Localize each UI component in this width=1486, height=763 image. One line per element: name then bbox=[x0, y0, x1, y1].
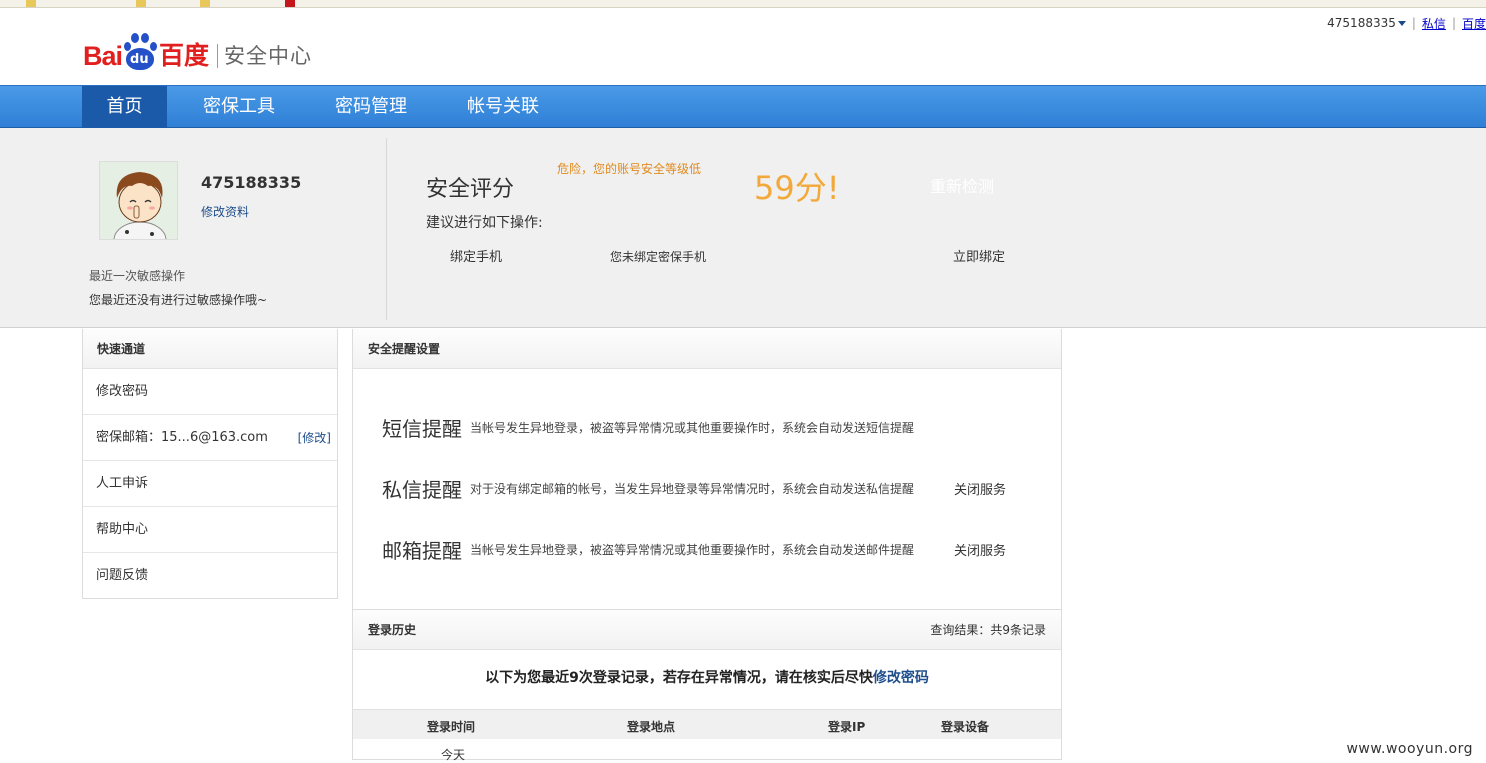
sidebar-item-label: 修改密码 bbox=[96, 384, 149, 399]
column-login-location: 登录地点 bbox=[627, 720, 676, 734]
bind-now-button[interactable]: 立即绑定 bbox=[953, 246, 1005, 265]
avatar-image bbox=[100, 162, 177, 239]
reminder-desc: 当帐号发生异地登录，被盗等异常情况或其他重要操作时，系统会自动发送邮件提醒 bbox=[470, 542, 915, 557]
sidebar-item-label: 问题反馈 bbox=[96, 568, 149, 583]
reminder-sms-row: 短信提醒 当帐号发生异地登录，被盗等异常情况或其他重要操作时，系统会自动发送短信… bbox=[382, 412, 914, 442]
reminder-desc: 当帐号发生异地登录，被盗等异常情况或其他重要操作时，系统会自动发送短信提醒 bbox=[470, 420, 915, 435]
edit-profile-link[interactable]: 修改资料 bbox=[201, 203, 249, 220]
security-score: 59分! bbox=[754, 169, 840, 207]
column-login-time: 登录时间 bbox=[427, 720, 476, 734]
sidebar-item-label: 人工申诉 bbox=[96, 476, 149, 491]
logo-du: du bbox=[130, 52, 149, 67]
reminder-title: 邮箱提醒 bbox=[382, 538, 462, 563]
account-summary-band: 475188335 修改资料 最近一次敏感操作 您最近还没有进行过敏感操作哦~ … bbox=[0, 128, 1486, 328]
login-history-message: 以下为您最近9次登录记录，若存在异常情况，请在核实后尽快修改密码 bbox=[353, 667, 1061, 687]
main-panel: 安全提醒设置 短信提醒 当帐号发生异地登录，被盗等异常情况或其他重要操作时，系统… bbox=[352, 329, 1062, 762]
divider: | bbox=[1451, 16, 1456, 30]
folder-icon bbox=[136, 0, 146, 7]
column-login-device: 登录设备 bbox=[941, 720, 990, 734]
quick-links-title: 快速通道 bbox=[83, 329, 337, 369]
logo-baidu-cn: 百度 bbox=[159, 41, 210, 70]
logo-security-center: 安全中心 bbox=[224, 44, 313, 68]
folder-icon bbox=[200, 0, 210, 7]
sidebar-item-change-password[interactable]: 修改密码 bbox=[83, 369, 337, 415]
suggestion-title: 建议进行如下操作: bbox=[426, 215, 543, 231]
close-service-button[interactable]: 关闭服务 bbox=[954, 540, 1006, 559]
nav-password-management[interactable]: 密码管理 bbox=[320, 86, 422, 128]
sidebar-item-label: 密保邮箱：15...6@163.com bbox=[96, 430, 268, 445]
reminder-title: 私信提醒 bbox=[382, 477, 462, 502]
reminder-message-row: 私信提醒 对于没有绑定邮箱的帐号，当发生异地登录等异常情况时，系统会自动发送私信… bbox=[382, 473, 914, 503]
sidebar-item-manual-appeal[interactable]: 人工申诉 bbox=[83, 461, 337, 507]
baidu-security-logo[interactable]: Bai du 百度 安全中心 bbox=[83, 26, 312, 72]
watermark: www.wooyun.org bbox=[1346, 741, 1473, 757]
bind-phone-status: 您未绑定密保手机 bbox=[610, 250, 707, 264]
caret-down-icon bbox=[1397, 21, 1406, 26]
reminder-title: 短信提醒 bbox=[382, 416, 462, 441]
recent-operation-title: 最近一次敏感操作 bbox=[89, 269, 186, 283]
login-history-label: 登录历史 bbox=[368, 623, 417, 637]
user-toolbar: 475188335 | 私信 | 百度 bbox=[1327, 14, 1486, 32]
login-history-header: 登录历史 查询结果：共9条记录 bbox=[353, 609, 1061, 650]
sidebar-item-feedback[interactable]: 问题反馈 bbox=[83, 553, 337, 599]
avatar[interactable] bbox=[99, 161, 178, 240]
nav-security-tools[interactable]: 密保工具 bbox=[188, 86, 290, 128]
nav-home[interactable]: 首页 bbox=[82, 86, 167, 128]
security-score-label: 安全评分 bbox=[426, 177, 515, 202]
username-menu[interactable]: 475188335 bbox=[1327, 16, 1406, 30]
history-message-text: 以下为您最近9次登录记录，若存在异常情况，请在核实后尽快 bbox=[485, 670, 873, 686]
folder-icon bbox=[26, 0, 36, 7]
security-warning: 危险，您的账号安全等级低 bbox=[557, 162, 702, 176]
modify-email-link[interactable]: [修改] bbox=[298, 415, 331, 461]
divider: | bbox=[1411, 16, 1416, 30]
logo-bai: Bai bbox=[83, 41, 123, 71]
recent-operation-text: 您最近还没有进行过敏感操作哦~ bbox=[89, 293, 268, 307]
sidebar-item-label: 帮助中心 bbox=[96, 522, 149, 537]
login-history-table-header: 登录时间 登录地点 登录IP 登录设备 bbox=[353, 709, 1061, 739]
quick-links-panel: 快速通道 修改密码 密保邮箱：15...6@163.com [修改] 人工申诉 … bbox=[82, 329, 338, 599]
adobe-icon bbox=[285, 0, 295, 7]
login-history-title: 登录历史 查询结果：共9条记录 bbox=[353, 610, 1061, 650]
reminder-settings-title: 安全提醒设置 bbox=[353, 329, 1061, 369]
close-service-button[interactable]: 关闭服务 bbox=[954, 479, 1006, 498]
profile-username: 475188335 bbox=[201, 173, 302, 192]
paw-icon: du bbox=[123, 32, 158, 72]
login-history-count: 查询结果：共9条记录 bbox=[930, 623, 1046, 637]
browser-bookmarks-bar bbox=[0, 0, 1486, 8]
divider bbox=[386, 138, 387, 320]
change-password-link[interactable]: 修改密码 bbox=[873, 670, 929, 686]
logo-divider bbox=[217, 44, 219, 68]
table-row-time: 今天 bbox=[441, 748, 466, 762]
column-login-ip: 登录IP bbox=[828, 720, 866, 734]
reminder-email-row: 邮箱提醒 当帐号发生异地登录，被盗等异常情况或其他重要操作时，系统会自动发送邮件… bbox=[382, 534, 914, 564]
sidebar-item-security-email: 密保邮箱：15...6@163.com [修改] bbox=[83, 415, 337, 461]
main-nav: 首页 密保工具 密码管理 帐号关联 bbox=[0, 85, 1486, 128]
baidu-home-link[interactable]: 百度 bbox=[1462, 15, 1486, 32]
reminder-desc: 对于没有绑定邮箱的帐号，当发生异地登录等异常情况时，系统会自动发送私信提醒 bbox=[470, 481, 915, 496]
nav-account-link[interactable]: 帐号关联 bbox=[452, 86, 554, 128]
username-label: 475188335 bbox=[1327, 16, 1396, 30]
sidebar-item-help-center[interactable]: 帮助中心 bbox=[83, 507, 337, 553]
private-message-link[interactable]: 私信 bbox=[1422, 15, 1446, 32]
recheck-button[interactable]: 重新检测 bbox=[930, 173, 994, 197]
bind-phone-label: 绑定手机 bbox=[450, 250, 503, 265]
